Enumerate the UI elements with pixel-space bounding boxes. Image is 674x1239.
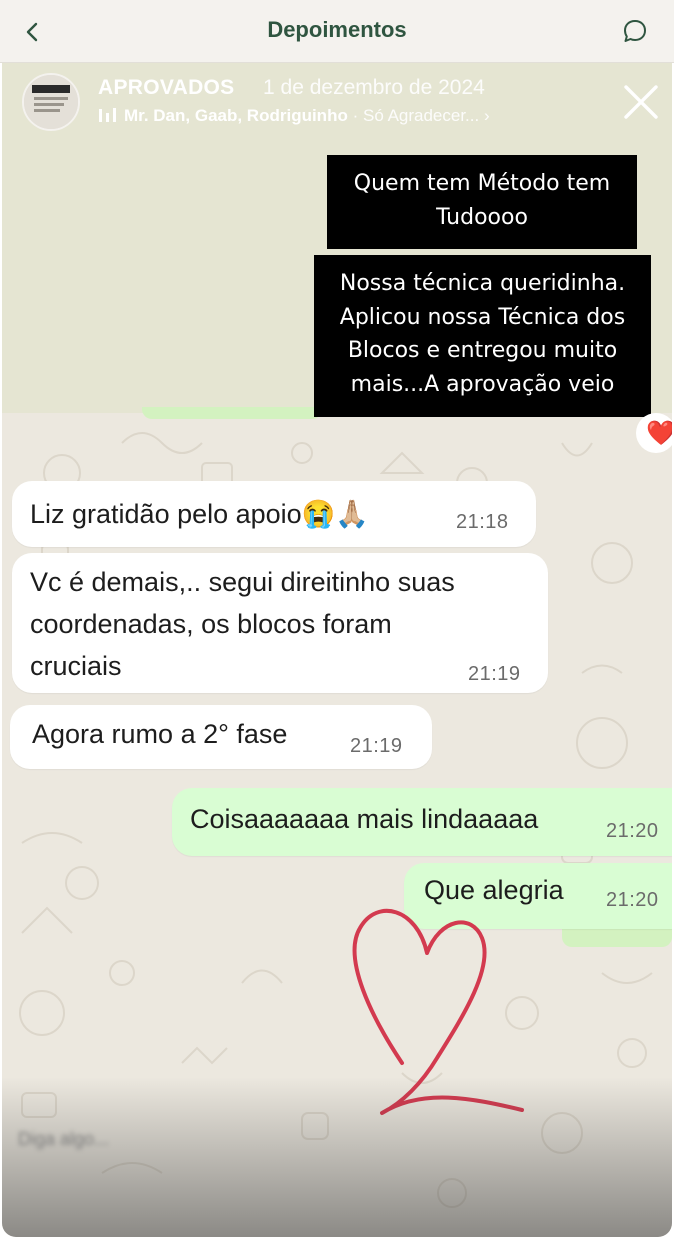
message-text-line: cruciais	[30, 651, 122, 681]
message-text-line: coordenadas, os blocos foram	[30, 609, 392, 639]
message-text: Coisaaaaaaa mais lindaaaaa	[190, 804, 539, 834]
message-time: 21:20	[606, 889, 659, 911]
music-song: Só Agradecer... ›	[362, 106, 490, 125]
message-time: 21:19	[468, 663, 521, 685]
story-caption: Quem tem Método tem Tudoooo	[327, 155, 637, 249]
message-text: Agora rumo a 2° fase	[32, 719, 288, 749]
story-caption: Nossa técnica queridinha. Aplicou nossa …	[314, 255, 651, 417]
heart-reaction-emoji: ❤️	[646, 419, 672, 447]
message-time: 21:20	[606, 820, 659, 842]
music-artists: Mr. Dan, Gaab, Rodriguinho	[124, 106, 348, 125]
chat-bubble-icon[interactable]	[622, 18, 648, 44]
message-text-line: Vc é demais,.. segui direitinho suas	[30, 567, 455, 597]
story-date: 1 de dezembro de 2024	[263, 76, 485, 99]
story-music-link[interactable]: Mr. Dan, Gaab, Rodriguinho · Só Agradece…	[98, 106, 490, 126]
story-reply-overlay	[2, 1077, 672, 1237]
message-time: 21:19	[350, 735, 403, 757]
green-bubble-edge	[562, 929, 672, 947]
music-bars-icon	[99, 108, 116, 122]
green-bubble-edge	[142, 407, 322, 419]
page-title: Depoimentos	[267, 17, 407, 42]
message-bubble-outgoing: Coisaaaaaaa mais lindaaaaa 21:20	[172, 788, 672, 856]
message-bubble-incoming: Vc é demais,.. segui direitinho suas coo…	[12, 553, 548, 693]
message-text: Liz gratidão pelo apoio😭🙏🏼	[30, 499, 369, 529]
reaction-badge: ❤️	[636, 413, 672, 453]
avatar-image	[24, 75, 78, 129]
story-reply-input[interactable]	[16, 1123, 420, 1155]
message-bubble-incoming: Liz gratidão pelo apoio😭🙏🏼 21:18	[12, 481, 536, 547]
story-avatar[interactable]	[22, 73, 80, 131]
close-icon[interactable]	[622, 83, 660, 121]
story-username[interactable]: APROVADOS	[98, 76, 235, 100]
message-bubble-incoming: Agora rumo a 2° fase 21:19	[10, 705, 432, 769]
music-separator: ·	[352, 106, 359, 125]
app-header: Depoimentos	[0, 0, 674, 63]
story-viewer[interactable]: APROVADOS 1 de dezembro de 2024 Mr. Dan,…	[2, 63, 672, 1237]
message-time: 21:18	[456, 511, 509, 533]
